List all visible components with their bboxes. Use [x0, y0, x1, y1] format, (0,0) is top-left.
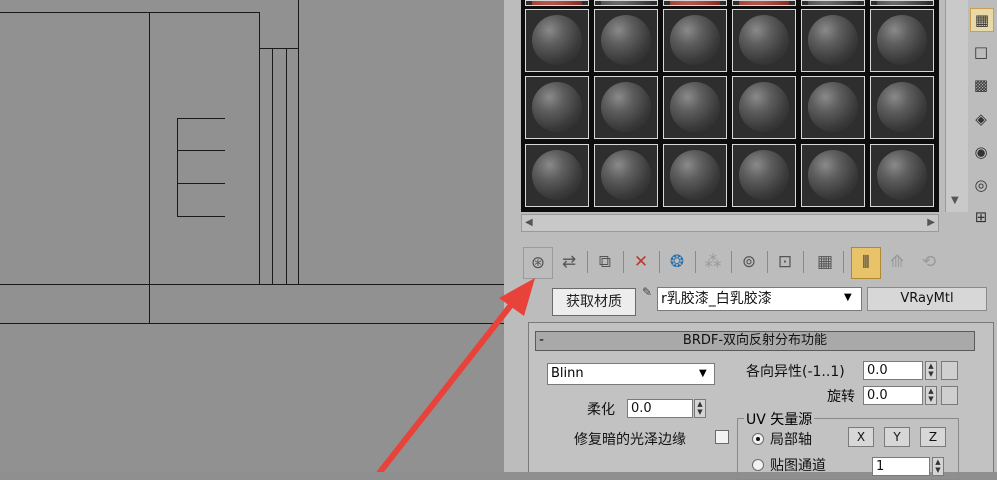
annotation-arrow: [377, 278, 535, 472]
arrow-shaft: [377, 297, 518, 472]
